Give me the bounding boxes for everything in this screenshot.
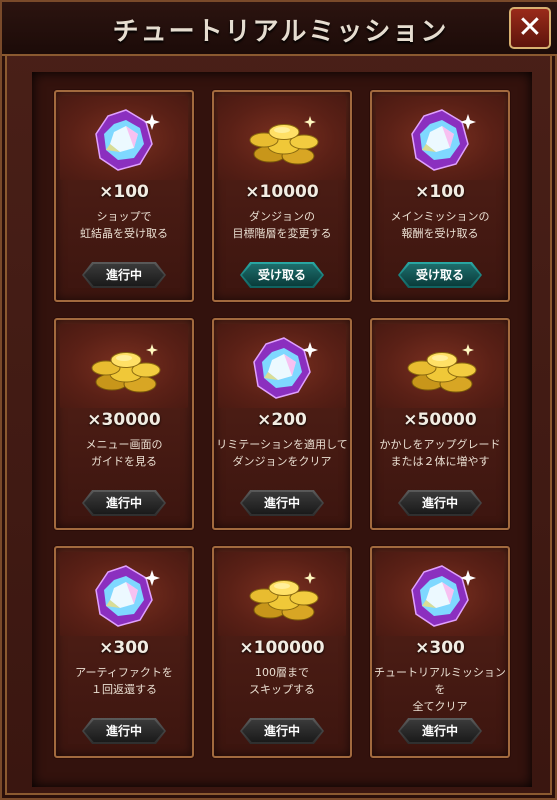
button-label: 進行中	[421, 724, 458, 738]
mission-card: ×50000 かかしをアップグレード または２体に増やす 進行中	[370, 318, 510, 530]
reward-icon-area	[376, 96, 504, 180]
close-button[interactable]: ✕	[509, 7, 551, 49]
reward-amount: ×10000	[245, 182, 319, 202]
mission-description: メインミッションの 報酬を受け取る	[390, 210, 490, 240]
button-label: 進行中	[421, 496, 458, 510]
gem-icon	[253, 337, 318, 399]
mission-description: かかしをアップグレード または２体に増やす	[379, 438, 501, 468]
in-progress-button[interactable]: 進行中	[82, 490, 166, 516]
reward-amount: ×100	[415, 182, 465, 202]
gem-icon	[95, 565, 160, 627]
reward-icon-area	[60, 96, 188, 180]
mission-window: チュートリアルミッション ✕ ×100 ショップで 虹結晶を受け取る 進行中 ×…	[0, 0, 557, 800]
mission-description: チュートリアルミッションを 全てクリア	[374, 666, 506, 713]
button-label: 進行中	[105, 496, 142, 510]
gem-icon	[95, 109, 160, 171]
mission-description: メニュー画面の ガイドを見る	[85, 438, 163, 468]
gold-coins-icon	[249, 116, 319, 165]
mission-card: ×100 ショップで 虹結晶を受け取る 進行中	[54, 90, 194, 302]
in-progress-button[interactable]: 進行中	[82, 718, 166, 744]
gold-coins-icon	[91, 344, 161, 393]
button-label: 進行中	[105, 724, 142, 738]
button-label: 進行中	[263, 724, 300, 738]
reward-amount: ×300	[415, 638, 465, 658]
mission-card: ×10000 ダンジョンの 目標階層を変更する 受け取る	[212, 90, 352, 302]
reward-amount: ×100	[99, 182, 149, 202]
mission-description: アーティファクトを １回返還する	[75, 666, 173, 696]
gem-icon	[411, 565, 476, 627]
mission-card: ×300 チュートリアルミッションを 全てクリア 進行中	[370, 546, 510, 758]
mission-card: ×300 アーティファクトを １回返還する 進行中	[54, 546, 194, 758]
reward-icon-area	[218, 552, 346, 636]
reward-amount: ×200	[257, 410, 307, 430]
mission-description: リミテーションを適用して ダンジョンをクリア	[216, 438, 348, 468]
window-header: チュートリアルミッション ✕	[2, 2, 557, 56]
mission-card: ×200 リミテーションを適用して ダンジョンをクリア 進行中	[212, 318, 352, 530]
reward-icon-area	[376, 324, 504, 408]
in-progress-button[interactable]: 進行中	[398, 490, 482, 516]
reward-icon-area	[218, 96, 346, 180]
reward-amount: ×100000	[239, 638, 325, 658]
reward-icon-area	[376, 552, 504, 636]
mission-card: ×100 メインミッションの 報酬を受け取る 受け取る	[370, 90, 510, 302]
in-progress-button[interactable]: 進行中	[82, 262, 166, 288]
mission-grid: ×100 ショップで 虹結晶を受け取る 進行中 ×10000 ダンジョンの 目標…	[32, 72, 532, 787]
reward-icon-area	[60, 552, 188, 636]
button-label: 進行中	[263, 496, 300, 510]
button-label: 進行中	[105, 268, 142, 282]
in-progress-button[interactable]: 進行中	[398, 718, 482, 744]
mission-card: ×30000 メニュー画面の ガイドを見る 進行中	[54, 318, 194, 530]
button-label: 受け取る	[415, 268, 464, 282]
gold-coins-icon	[249, 572, 319, 621]
receive-button[interactable]: 受け取る	[398, 262, 482, 288]
window-title: チュートリアルミッション	[112, 17, 449, 47]
in-progress-button[interactable]: 進行中	[240, 490, 324, 516]
button-label: 受け取る	[257, 268, 306, 282]
in-progress-button[interactable]: 進行中	[240, 718, 324, 744]
reward-amount: ×30000	[87, 410, 161, 430]
mission-description: 100層まで スキップする	[249, 666, 315, 696]
mission-description: ショップで 虹結晶を受け取る	[80, 210, 168, 240]
mission-description: ダンジョンの 目標階層を変更する	[232, 210, 332, 240]
reward-icon-area	[218, 324, 346, 408]
gold-coins-icon	[407, 344, 477, 393]
reward-icon-area	[60, 324, 188, 408]
reward-amount: ×300	[99, 638, 149, 658]
receive-button[interactable]: 受け取る	[240, 262, 324, 288]
reward-amount: ×50000	[403, 410, 477, 430]
mission-card: ×100000 100層まで スキップする 進行中	[212, 546, 352, 758]
gem-icon	[411, 109, 476, 171]
